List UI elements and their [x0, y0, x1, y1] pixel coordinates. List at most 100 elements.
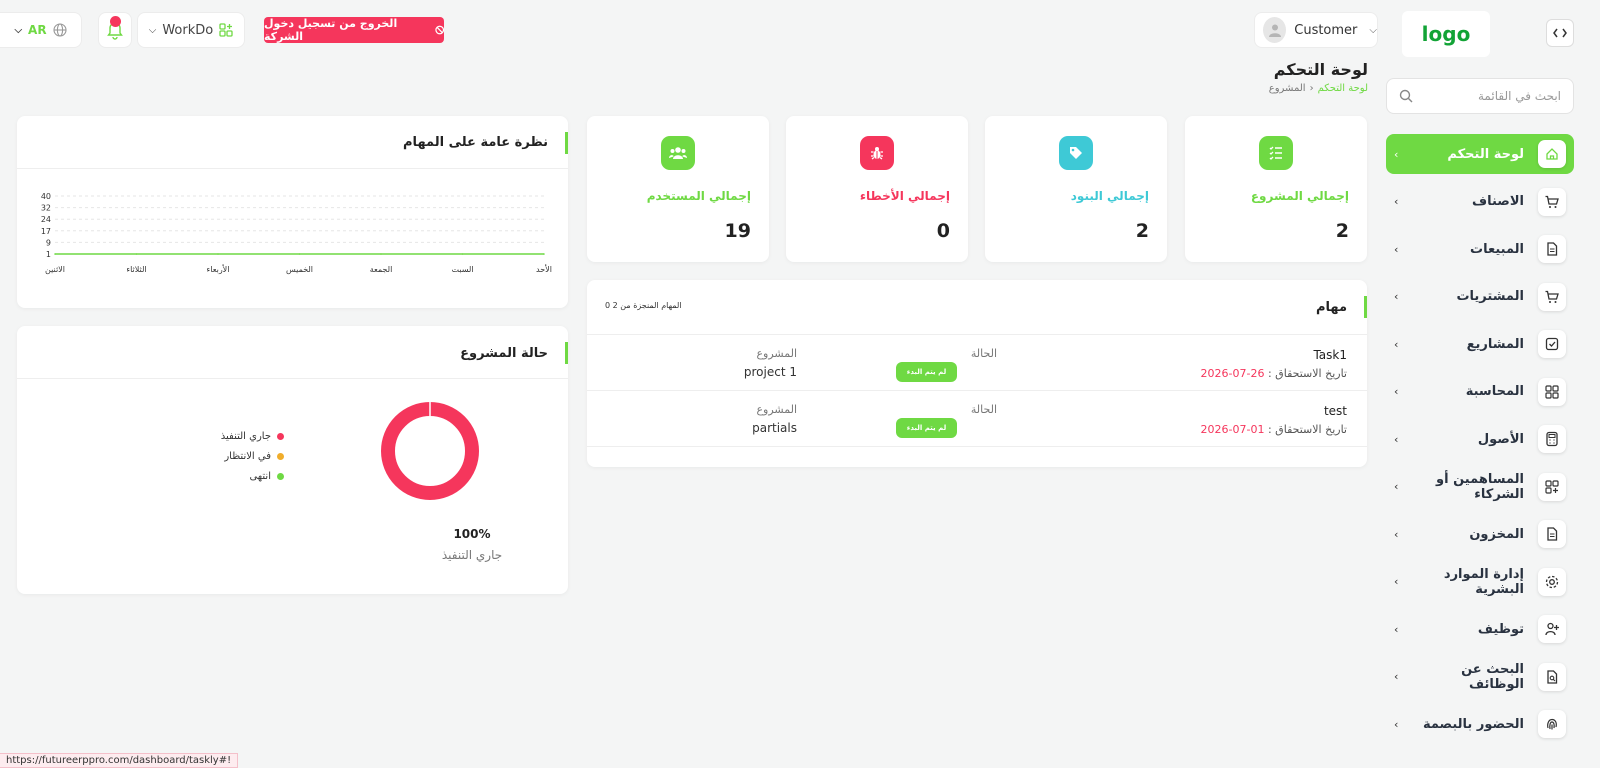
sidebar-item[interactable]: ‹ توظيف	[1386, 609, 1574, 649]
x-tick-label: الثلاثاء	[126, 265, 146, 274]
notification-badge: 0	[110, 16, 121, 27]
chevron-left-icon: ‹	[1394, 575, 1399, 588]
calculator-icon	[1538, 425, 1566, 453]
sidebar-item[interactable]: ‹ البحث عن الوظائف	[1386, 657, 1574, 697]
project-name: partials	[752, 421, 797, 435]
project-status-card: حالة المشروع جاري التنفيذ في الانتظار ان…	[17, 326, 568, 594]
sidebar-item[interactable]: ‹ المشاريع	[1386, 324, 1574, 364]
y-tick-label: 24	[41, 215, 51, 224]
status-percent: 100%	[453, 527, 491, 541]
sidebar-item[interactable]: ‹ المبيعات	[1386, 229, 1574, 269]
task-name[interactable]: test	[1324, 404, 1347, 418]
accent-bar	[565, 132, 568, 154]
search-input[interactable]: ابحث في القائمة	[1478, 89, 1561, 103]
status-header: الحالة	[970, 403, 997, 416]
sidebar-item-label: إدارة الموارد البشرية	[1443, 566, 1524, 597]
sidebar-search[interactable]: ابحث في القائمة	[1386, 78, 1574, 114]
chevron-left-icon: ‹	[1309, 83, 1314, 94]
pie-slice[interactable]	[381, 402, 479, 500]
status-card-header: حالة المشروع	[17, 326, 568, 379]
workspace-selector[interactable]: ⌵ WorkDo	[137, 12, 245, 48]
sidebar-item-label: الأصول	[1477, 431, 1524, 447]
list-check-icon	[1259, 136, 1293, 170]
company-logo[interactable]: logo	[1402, 11, 1490, 57]
sidebar-item-label: لوحة التحكم	[1447, 146, 1524, 162]
data-point	[54, 253, 56, 255]
stat-value: 2	[1335, 220, 1349, 242]
chevron-left-icon: ‹	[1394, 290, 1399, 303]
cart-icon	[1538, 187, 1566, 216]
stat-card-total-users[interactable]: إجمالي المستخدم 19	[587, 116, 769, 262]
stat-label: إجمالي البنود	[1070, 189, 1149, 203]
sidebar-item-label: المشتريات	[1456, 289, 1524, 304]
legend-item[interactable]: جاري التنفيذ	[221, 426, 284, 446]
sidebar-item[interactable]: ‹ الأصول	[1386, 419, 1574, 459]
chevron-left-icon: ‹	[1394, 622, 1399, 636]
chevron-left-icon: ‹	[1394, 480, 1399, 493]
chevron-left-icon: ‹	[1394, 385, 1399, 398]
stat-value: 2	[1135, 220, 1149, 242]
task-name[interactable]: Task1	[1313, 348, 1347, 362]
breadcrumb: لوحة التحكم ‹ المشروع	[1269, 83, 1368, 94]
stat-card-total-bugs[interactable]: إجمالي الأخطاء 0	[786, 116, 968, 262]
chevron-left-icon: ‹	[1394, 147, 1399, 161]
code-brackets-icon	[1553, 28, 1567, 38]
sidebar-item[interactable]: ‹ المساهمين أو الشركاء	[1386, 467, 1574, 507]
sidebar-item[interactable]: ‹ لوحة التحكم	[1386, 134, 1574, 174]
legend-item[interactable]: في الانتظار	[221, 446, 284, 466]
apps-add-icon	[219, 23, 233, 37]
stat-card-total-projects[interactable]: إجمالي المشروع 2	[1185, 116, 1367, 262]
page-title: لوحة التحكم	[1273, 60, 1368, 79]
settings-icon	[1538, 567, 1566, 596]
sidebar-item-label: المبيعات	[1470, 241, 1524, 257]
y-tick-label: 40	[41, 192, 51, 201]
home-icon	[1538, 140, 1566, 168]
sidebar-item[interactable]: ‹ الاصناف	[1386, 182, 1574, 222]
accent-bar	[565, 342, 568, 364]
sidebar-item-label: الحضور بالبصمة	[1422, 716, 1524, 732]
sidebar-item[interactable]: ‹ المحاسبة	[1386, 372, 1574, 412]
sidebar-toggle-button[interactable]	[1546, 19, 1574, 47]
cart-icon	[1538, 282, 1566, 311]
tasks-title: مهام	[1315, 300, 1347, 315]
y-tick-label: 1	[46, 250, 51, 259]
sidebar-item[interactable]: ‹ الحضور بالبصمة	[1386, 704, 1574, 744]
table-row[interactable]: Task1 تاريخ الاستحقاق : 26-07-2026 الحال…	[587, 335, 1367, 391]
chevron-down-icon: ⌵	[148, 24, 157, 36]
tasks-completed-summary: 0 المهام المنجزة من 2	[605, 301, 682, 310]
user-menu[interactable]: Customer ⌵	[1254, 12, 1378, 48]
project-status-title: حالة المشروع	[460, 346, 548, 361]
legend-item[interactable]: انتهى	[221, 466, 284, 486]
table-row[interactable]: test تاريخ الاستحقاق : 01-07-2026 الحالة…	[587, 391, 1367, 447]
file-icon	[1538, 520, 1566, 548]
overview-card-header: نظرة عامة على المهام	[17, 116, 568, 169]
language-selector[interactable]: ⌵ AR	[0, 12, 82, 48]
users-icon	[661, 136, 695, 170]
chevron-down-icon: ⌵	[14, 24, 23, 36]
chevron-left-icon: ‹	[1394, 242, 1399, 256]
x-tick-label: الأربعاء	[207, 264, 230, 274]
data-point	[217, 253, 219, 255]
chevron-left-icon: ‹	[1394, 527, 1399, 541]
breadcrumb-item-dashboard[interactable]: لوحة التحكم	[1318, 83, 1368, 94]
y-tick-label: 9	[46, 238, 51, 247]
project-status-donut-chart	[381, 402, 479, 500]
stat-card-total-items[interactable]: إجمالي البنود 2	[985, 116, 1167, 262]
chevron-left-icon: ‹	[1394, 195, 1399, 208]
project-header: المشروع	[756, 403, 797, 416]
language-code: AR	[28, 23, 47, 37]
sidebar-item-label: المحاسبة	[1465, 384, 1524, 399]
tasks-card: مهام 0 المهام المنجزة من 2 Task1 تاريخ ا…	[587, 280, 1367, 467]
project-name: project 1	[743, 365, 797, 379]
exit-company-login-button[interactable]: الخروج من تسجيل دخول الشركة	[264, 17, 444, 43]
user-plus-icon	[1538, 615, 1566, 643]
sidebar-item-label: المساهمين أو الشركاء	[1436, 471, 1524, 502]
status-percent-label: جاري التنفيذ	[441, 548, 503, 562]
sidebar-item[interactable]: ‹ المشتريات	[1386, 277, 1574, 317]
sidebar-item[interactable]: ‹ إدارة الموارد البشرية	[1386, 562, 1574, 602]
sidebar-item-label: المشاريع	[1466, 336, 1524, 352]
sidebar-item[interactable]: ‹ المخزون	[1386, 514, 1574, 554]
workspace-name: WorkDo	[162, 22, 214, 38]
notifications-button[interactable]: 0	[98, 12, 132, 48]
tasks-overview-card: نظرة عامة على المهام 40 32 24 17 9 1 الأحد السب…	[17, 116, 568, 308]
